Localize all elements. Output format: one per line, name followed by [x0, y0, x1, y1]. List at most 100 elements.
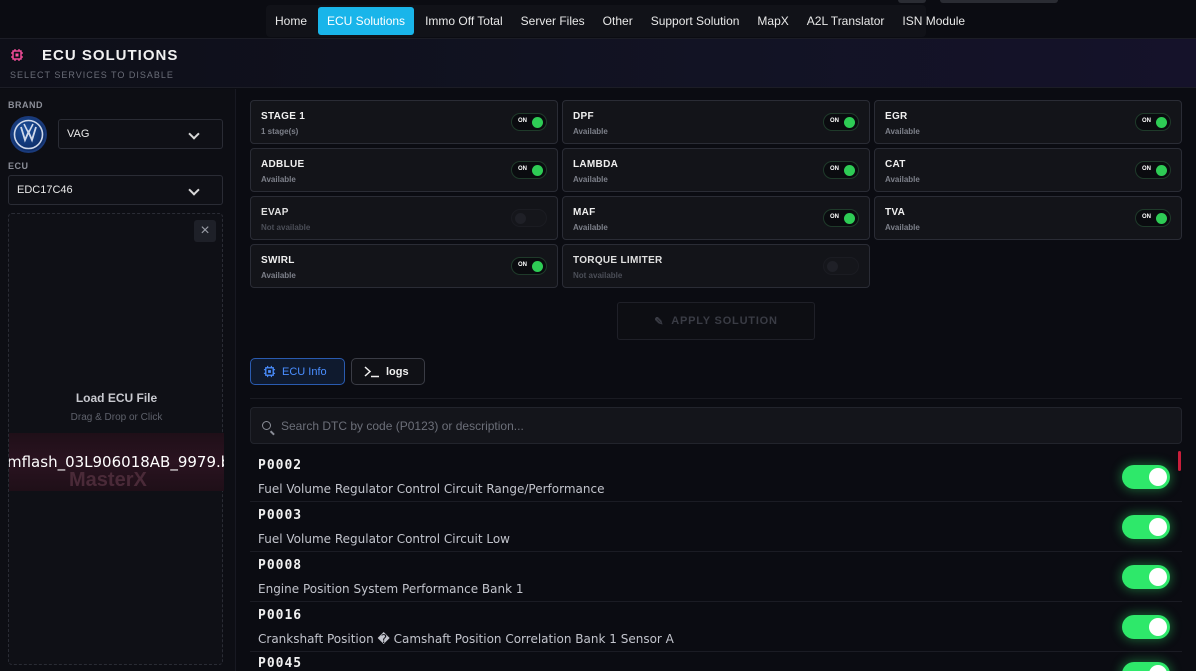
dtc-code: P0045 [258, 656, 303, 671]
tab-logs[interactable]: logs [351, 358, 425, 385]
dtc-toggle[interactable] [1122, 662, 1170, 671]
dtc-toggle[interactable] [1122, 615, 1170, 639]
solution-name: MAF [573, 207, 596, 218]
toggle-knob [844, 213, 855, 224]
toggle-switch[interactable]: ON [823, 113, 859, 131]
toggle-knob [1149, 518, 1167, 536]
solution-status: Available [573, 127, 608, 136]
toggle-switch[interactable]: ON [511, 257, 547, 275]
solution-card-egr[interactable]: EGR Available ON [874, 100, 1182, 144]
tab-logs-label: logs [386, 365, 409, 378]
toggle-switch[interactable]: ON [1135, 209, 1171, 227]
toggle-label: ON [518, 262, 527, 268]
brand-label: BRAND [8, 100, 43, 110]
solution-card-adblue[interactable]: ADBLUE Available ON [250, 148, 558, 192]
tab-ecu-info[interactable]: ECU Info [250, 358, 345, 385]
toggle-label: ON [830, 118, 839, 124]
chevron-down-icon [188, 128, 200, 140]
toggle-label: ON [830, 214, 839, 220]
toggle-knob [532, 117, 543, 128]
loaded-file-banner: MasterX mflash_03L906018AB_9979.bin [9, 433, 224, 491]
solution-card-dpf[interactable]: DPF Available ON [562, 100, 870, 144]
file-dropzone[interactable]: × Load ECU File Drag & Drop or Click Mas… [8, 213, 224, 665]
dtc-row: P0008 Engine Position System Performance… [250, 552, 1182, 602]
terminal-icon [364, 365, 380, 378]
pencil-icon: ✎ [654, 315, 665, 328]
toggle-knob [1149, 665, 1167, 671]
solution-card-tva[interactable]: TVA Available ON [874, 196, 1182, 240]
dtc-description: Engine Position System Performance Bank … [258, 582, 524, 596]
nav-server-files[interactable]: Server Files [512, 7, 594, 35]
solution-card-torque-limiter[interactable]: TORQUE LIMITER Not available [562, 244, 870, 288]
top-search-box[interactable] [940, 0, 1058, 3]
nav-ecu-solutions[interactable]: ECU Solutions [318, 7, 415, 35]
toggle-label: ON [830, 166, 839, 172]
page-title: ECU SOLUTIONS [42, 47, 179, 64]
solution-card-maf[interactable]: MAF Available ON [562, 196, 870, 240]
solution-name: TVA [885, 207, 906, 218]
dtc-description: Fuel Volume Regulator Control Circuit Ra… [258, 482, 605, 496]
solution-status: Available [573, 175, 608, 184]
solution-card-stage1[interactable]: STAGE 1 1 stage(s) ON [250, 100, 558, 144]
toggle-knob [844, 117, 855, 128]
solution-name: TORQUE LIMITER [573, 255, 663, 266]
ecu-select[interactable]: EDC17C46 [8, 175, 223, 205]
dtc-toggle[interactable] [1122, 465, 1170, 489]
sidebar: BRAND VAG ECU EDC17C46 × Load ECU File D… [0, 89, 236, 671]
brand-select[interactable]: VAG [58, 119, 223, 149]
solution-status: Available [261, 271, 296, 280]
dtc-description: Fuel Volume Regulator Control Circuit Lo… [258, 532, 510, 546]
dtc-search-input[interactable]: Search DTC by code (P0123) or descriptio… [250, 407, 1182, 444]
solution-name: EVAP [261, 207, 289, 218]
toggle-knob [1156, 165, 1167, 176]
nav-immo-off-total[interactable]: Immo Off Total [416, 7, 512, 35]
toggle-switch[interactable]: ON [823, 209, 859, 227]
toggle-knob [1149, 618, 1167, 636]
solution-name: LAMBDA [573, 159, 619, 170]
dtc-toggle[interactable] [1122, 515, 1170, 539]
toggle-knob [532, 261, 543, 272]
solution-card-swirl[interactable]: SWIRL Available ON [250, 244, 558, 288]
toggle-switch[interactable]: ON [1135, 113, 1171, 131]
close-icon[interactable]: × [194, 220, 216, 242]
search-placeholder: Search DTC by code (P0123) or descriptio… [281, 418, 524, 433]
toggle-switch[interactable] [511, 209, 547, 227]
solution-card-lambda[interactable]: LAMBDA Available ON [562, 148, 870, 192]
dtc-toggle[interactable] [1122, 565, 1170, 589]
toggle-switch[interactable]: ON [511, 161, 547, 179]
divider [250, 398, 1182, 399]
nav-a2l-translator[interactable]: A2L Translator [798, 7, 894, 35]
dtc-row: P0016 Crankshaft Position � Camshaft Pos… [250, 602, 1182, 652]
dtc-list-scrollbar[interactable] [1178, 451, 1181, 471]
solution-name: DPF [573, 111, 594, 122]
nav-mapx[interactable]: MapX [748, 7, 797, 35]
solution-card-cat[interactable]: CAT Available ON [874, 148, 1182, 192]
solution-name: ADBLUE [261, 159, 305, 170]
nav-support-solution[interactable]: Support Solution [642, 7, 749, 35]
solution-name: CAT [885, 159, 906, 170]
nav-isn-module[interactable]: ISN Module [893, 7, 974, 35]
solution-status: Available [261, 175, 296, 184]
toggle-label: ON [1142, 214, 1151, 220]
apply-solution-button[interactable]: ✎ APPLY SOLUTION [617, 302, 815, 340]
dtc-code: P0008 [258, 558, 303, 573]
toggle-switch[interactable] [823, 257, 859, 275]
toggle-switch[interactable]: ON [1135, 161, 1171, 179]
page-subtitle: SELECT SERVICES TO DISABLE [10, 70, 174, 80]
solution-card-evap[interactable]: EVAP Not available [250, 196, 558, 240]
toggle-knob [1156, 117, 1167, 128]
solution-status: Available [885, 223, 920, 232]
nav-home[interactable]: Home [266, 7, 316, 35]
toggle-knob [532, 165, 543, 176]
toggle-label: ON [1142, 118, 1151, 124]
window-control[interactable] [898, 0, 926, 3]
nav-other[interactable]: Other [594, 7, 642, 35]
solution-status: Available [885, 127, 920, 136]
toggle-knob [515, 213, 526, 224]
toggle-switch[interactable]: ON [823, 161, 859, 179]
toggle-knob [1149, 468, 1167, 486]
ecu-value: EDC17C46 [17, 184, 73, 196]
toggle-switch[interactable]: ON [511, 113, 547, 131]
vw-logo [10, 116, 47, 153]
solution-status: Not available [573, 271, 623, 280]
